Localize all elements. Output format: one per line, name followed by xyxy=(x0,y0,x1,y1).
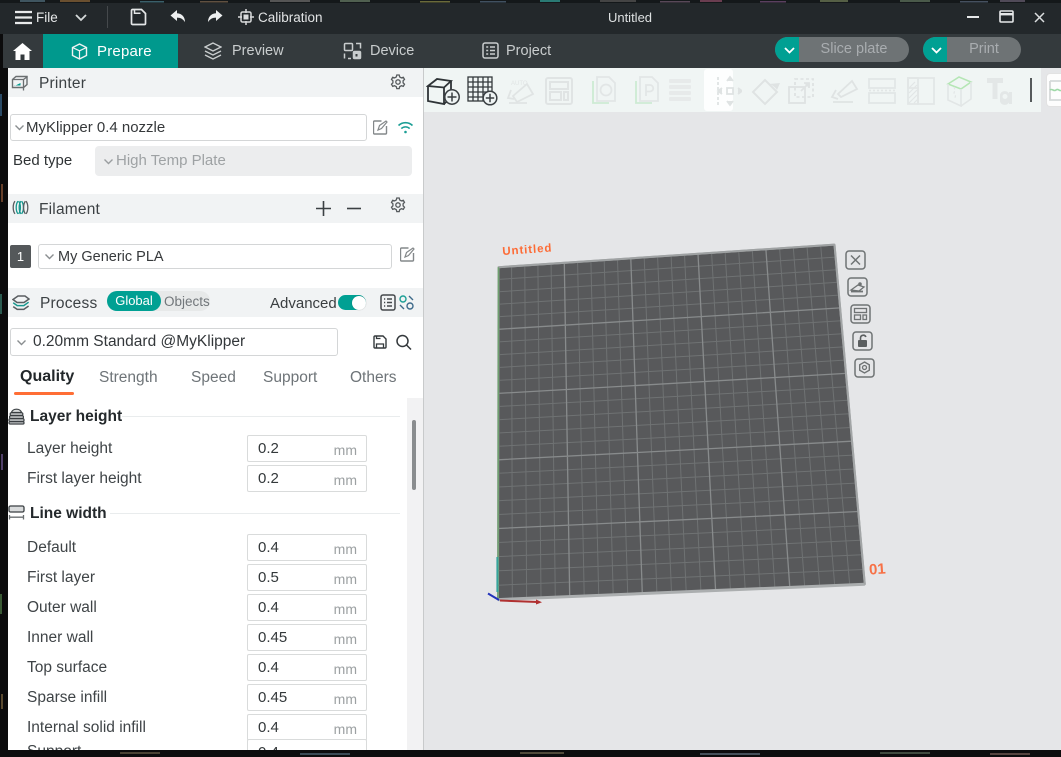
svg-text:AUTO: AUTO xyxy=(511,81,528,87)
